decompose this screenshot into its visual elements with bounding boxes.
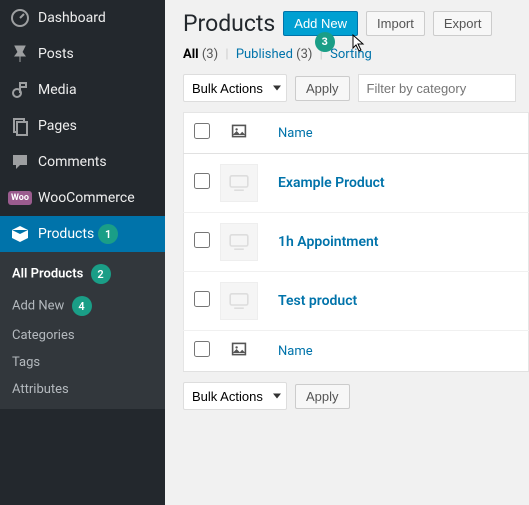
sidebar-label: Media	[38, 82, 77, 98]
sidebar-item-media[interactable]: Media	[0, 72, 165, 108]
sidebar-label: WooCommerce	[38, 190, 135, 206]
sidebar-label: Posts	[38, 46, 74, 62]
tour-badge: 1	[98, 224, 118, 244]
dashboard-icon	[10, 8, 30, 28]
apply-button-bottom[interactable]: Apply	[295, 384, 350, 409]
pin-icon	[10, 44, 30, 64]
page-title: Products	[183, 10, 275, 37]
woo-icon: Woo	[10, 188, 30, 208]
row-checkbox[interactable]	[194, 291, 210, 307]
add-new-button[interactable]: Add New 3	[283, 11, 358, 36]
sidebar-item-products[interactable]: Products 1	[0, 216, 165, 252]
row-checkbox[interactable]	[194, 173, 210, 189]
bulk-actions-row-bottom: Bulk Actions Apply	[183, 382, 529, 420]
name-footer[interactable]: Name	[268, 331, 529, 372]
sidebar-label: Comments	[38, 154, 107, 170]
sidebar-item-dashboard[interactable]: Dashboard	[0, 0, 165, 36]
products-icon	[10, 224, 30, 244]
product-name[interactable]: Test product	[268, 272, 529, 331]
bulk-select-wrap: Bulk Actions	[183, 74, 287, 102]
table-footer-row: Name	[184, 331, 529, 372]
button-label: Add New	[294, 16, 347, 31]
table-row: 1h Appointment	[184, 213, 529, 272]
submenu-attributes[interactable]: Attributes	[0, 376, 165, 403]
pages-icon	[10, 116, 30, 136]
submenu-label: Add New	[12, 298, 64, 313]
export-button[interactable]: Export	[433, 11, 493, 36]
tour-badge: 3	[315, 32, 335, 52]
submenu-tags[interactable]: Tags	[0, 349, 165, 376]
category-filter-input[interactable]	[358, 74, 516, 102]
select-all-checkbox-footer[interactable]	[194, 341, 210, 357]
import-button[interactable]: Import	[366, 11, 425, 36]
main-content: Products Add New 3 Import Export All (3)…	[165, 0, 529, 505]
name-header[interactable]: Name	[268, 113, 529, 154]
thumbnail-header	[210, 113, 268, 154]
filter-published[interactable]: Published	[236, 47, 293, 62]
bulk-select-wrap: Bulk Actions	[183, 382, 287, 410]
cursor-icon	[352, 34, 368, 55]
sidebar-item-comments[interactable]: Comments	[0, 144, 165, 180]
media-icon	[10, 80, 30, 100]
table-row: Test product	[184, 272, 529, 331]
filter-published-count: (3)	[296, 47, 312, 62]
sidebar-label: Dashboard	[38, 10, 106, 26]
table-header-row: Name	[184, 113, 529, 154]
table-row: Example Product	[184, 154, 529, 213]
bulk-actions-select[interactable]: Bulk Actions	[183, 74, 287, 102]
product-thumbnail[interactable]	[220, 164, 258, 202]
tour-badge: 4	[72, 296, 92, 316]
image-icon	[231, 346, 247, 361]
admin-sidebar: Dashboard Posts Media Pages Comments Woo…	[0, 0, 165, 505]
sidebar-item-posts[interactable]: Posts	[0, 36, 165, 72]
image-icon	[231, 128, 247, 143]
submenu-categories[interactable]: Categories	[0, 322, 165, 349]
comments-icon	[10, 152, 30, 172]
product-name[interactable]: 1h Appointment	[268, 213, 529, 272]
submenu-label: All Products	[12, 266, 83, 281]
page-heading: Products Add New 3 Import Export	[183, 10, 529, 37]
product-name[interactable]: Example Product	[268, 154, 529, 213]
select-all-checkbox[interactable]	[194, 123, 210, 139]
filter-all-count: (3)	[202, 47, 218, 62]
tour-badge: 2	[91, 264, 111, 284]
sidebar-item-woocommerce[interactable]: Woo WooCommerce	[0, 180, 165, 216]
product-thumbnail[interactable]	[220, 282, 258, 320]
submenu-label: Tags	[12, 355, 40, 370]
products-table: Name Example Product1h AppointmentTest p…	[183, 112, 529, 372]
bulk-actions-row: Bulk Actions Apply	[183, 74, 529, 102]
filter-all[interactable]: All	[183, 47, 199, 62]
product-thumbnail[interactable]	[220, 223, 258, 261]
apply-button[interactable]: Apply	[295, 76, 350, 101]
products-submenu: All Products 2 Add New 4 Categories Tags…	[0, 252, 165, 409]
row-checkbox[interactable]	[194, 232, 210, 248]
submenu-add-new[interactable]: Add New 4	[0, 290, 165, 322]
sidebar-item-pages[interactable]: Pages	[0, 108, 165, 144]
sidebar-label: Pages	[38, 118, 77, 134]
submenu-all-products[interactable]: All Products 2	[0, 258, 165, 290]
sidebar-label: Products	[38, 226, 94, 242]
submenu-label: Attributes	[12, 382, 69, 397]
submenu-label: Categories	[12, 328, 75, 343]
select-all-header	[184, 113, 211, 154]
bulk-actions-select-bottom[interactable]: Bulk Actions	[183, 382, 287, 410]
